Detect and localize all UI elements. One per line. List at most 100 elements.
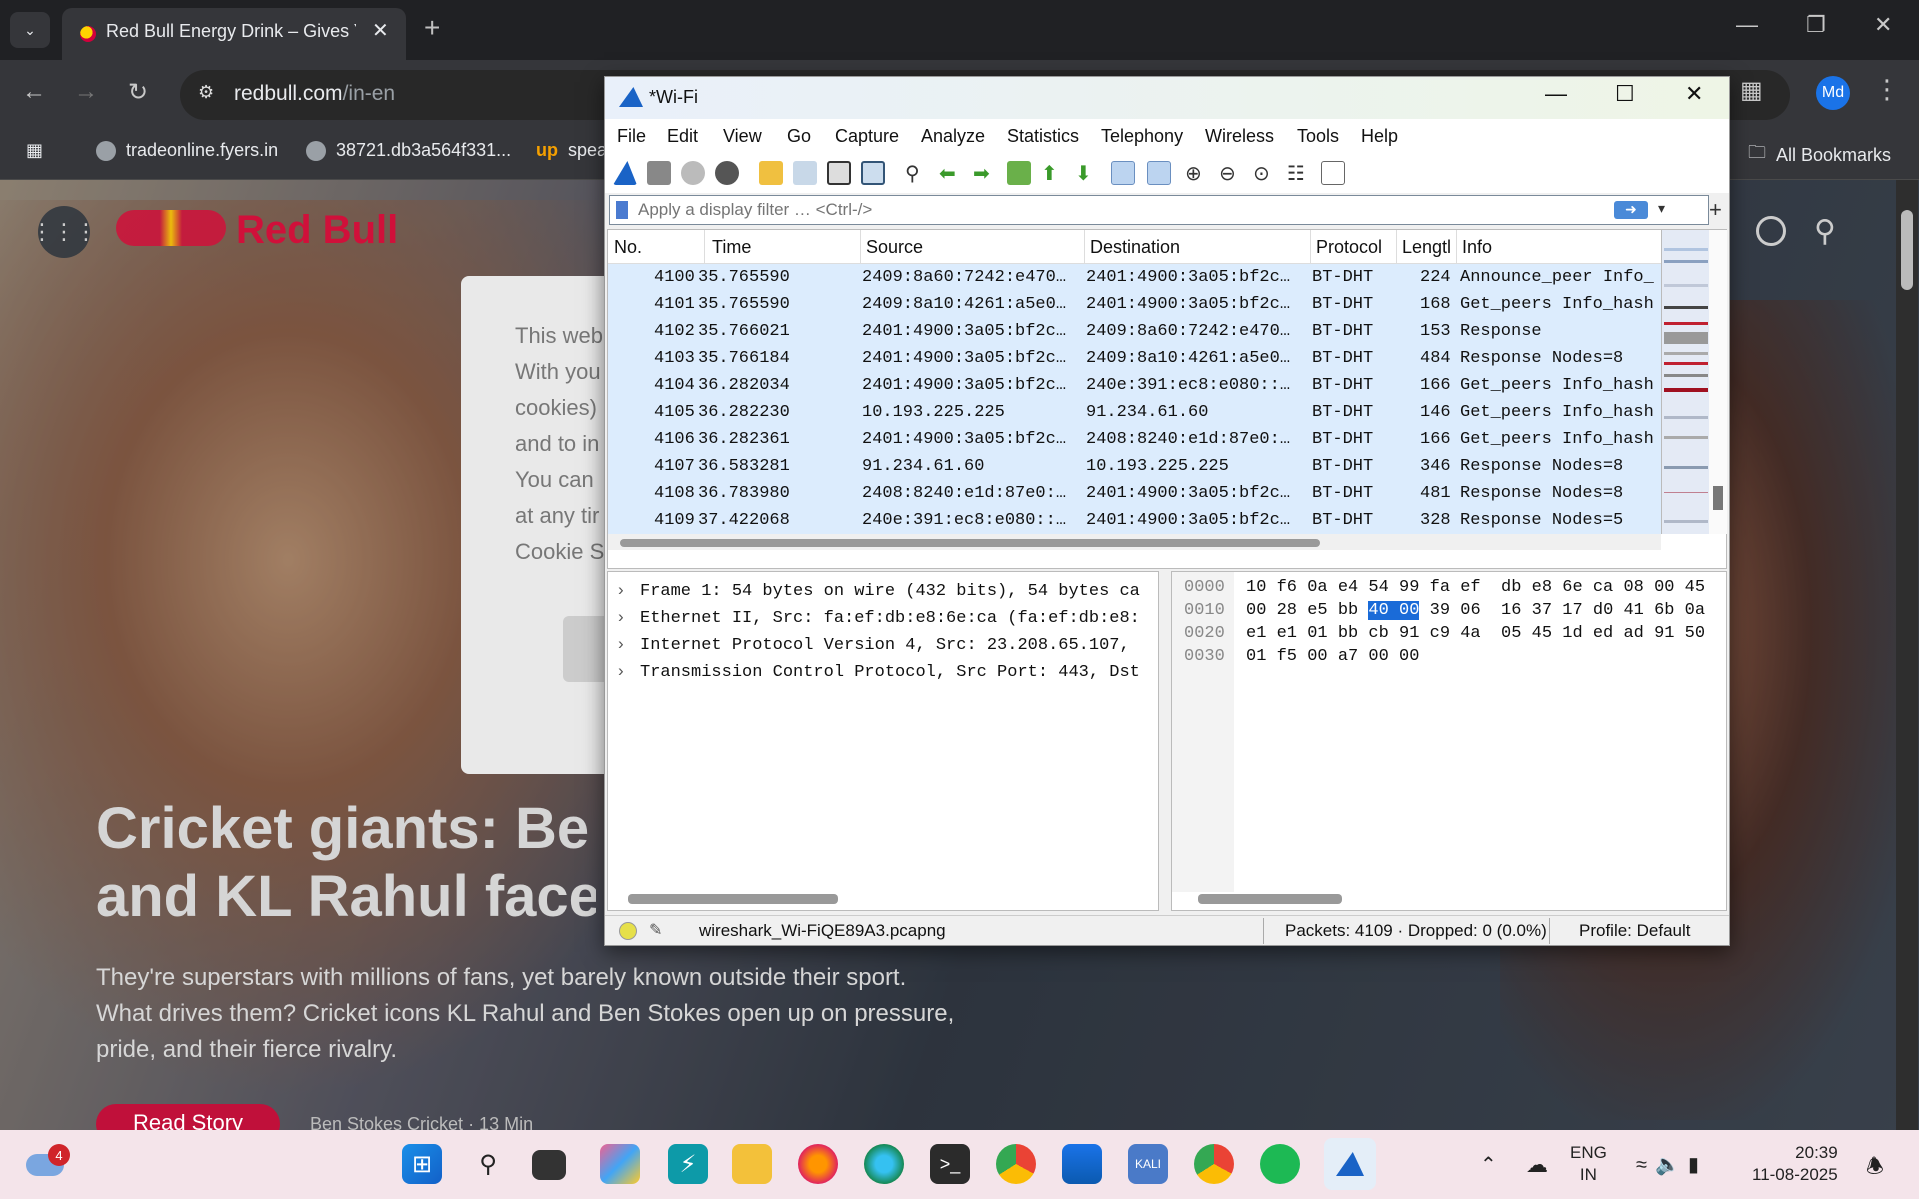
- capture-comment-icon[interactable]: ✎: [649, 920, 662, 940]
- weather-widget[interactable]: 4: [26, 1144, 70, 1182]
- detail-row-frame[interactable]: › Frame 1: 54 bytes on wire (432 bits), 5…: [608, 578, 1160, 605]
- menu-file[interactable]: File: [617, 126, 646, 147]
- colorize-icon[interactable]: [1147, 161, 1171, 185]
- browser-menu-icon[interactable]: ⋮: [1874, 74, 1900, 105]
- open-file-icon[interactable]: [759, 161, 783, 185]
- copilot-icon[interactable]: [600, 1144, 640, 1184]
- url-text[interactable]: redbull.com/in-en: [234, 82, 395, 106]
- back-icon[interactable]: ←: [22, 78, 46, 106]
- autoscroll-icon[interactable]: [1111, 161, 1135, 185]
- zoom-in-icon[interactable]: ⊕: [1185, 161, 1209, 185]
- page-scrollbar-thumb[interactable]: [1901, 210, 1913, 290]
- firefox-icon[interactable]: [798, 1144, 838, 1184]
- find-packet-icon[interactable]: ⚲: [905, 161, 929, 185]
- edge-icon[interactable]: [864, 1144, 904, 1184]
- packet-row[interactable]: 4104 36.282034 2401:4900:3a05:bf2c… 240e:39…: [608, 372, 1661, 399]
- last-packet-icon[interactable]: ⬇: [1075, 161, 1099, 185]
- menu-help[interactable]: Help: [1361, 126, 1398, 147]
- column-separator[interactable]: [860, 230, 861, 264]
- detail-row-ipv4[interactable]: › Internet Protocol Version 4, Src: 23.20…: [608, 632, 1160, 659]
- ws-close-icon[interactable]: ✕: [1685, 81, 1703, 107]
- column-separator[interactable]: [1310, 230, 1311, 264]
- col-info[interactable]: Info: [1462, 237, 1492, 258]
- site-menu-icon[interactable]: ⋮⋮⋮: [31, 206, 97, 258]
- packet-row[interactable]: 4106 36.282361 2401:4900:3a05:bf2c… 2408:82…: [608, 426, 1661, 453]
- layout-icon[interactable]: [1321, 161, 1345, 185]
- start-menu-icon[interactable]: ⊞: [402, 1144, 442, 1184]
- byte-hex-row[interactable]: 00 28 e5 bb 40 00 39 06 16 37 17 d0 41 6…: [1246, 601, 1705, 623]
- packet-row[interactable]: 4100 35.765590 2409:8a60:7242:e470… 2401:49…: [608, 264, 1661, 291]
- restore-icon[interactable]: ❐: [1806, 12, 1826, 38]
- filter-bookmark-icon[interactable]: [616, 201, 628, 219]
- notifications-icon[interactable]: 🕭: [1866, 1152, 1884, 1186]
- stop-capture-icon[interactable]: [647, 161, 671, 185]
- packet-row[interactable]: 4108 36.783980 2408:8240:e1d:87e0:… 2401:49…: [608, 480, 1661, 507]
- menu-wireless[interactable]: Wireless: [1205, 126, 1274, 147]
- apps-grid-icon[interactable]: ▦: [26, 140, 43, 161]
- terminal-icon[interactable]: >_: [930, 1144, 970, 1184]
- bookmark-item[interactable]: tradeonline.fyers.in: [96, 140, 278, 161]
- menu-telephony[interactable]: Telephony: [1101, 126, 1183, 147]
- packet-list-vscroll[interactable]: [1709, 230, 1727, 534]
- search-icon[interactable]: ⚲: [1814, 214, 1836, 249]
- close-window-icon[interactable]: ✕: [1874, 12, 1892, 38]
- go-to-packet-icon[interactable]: [1007, 161, 1031, 185]
- zoom-normal-icon[interactable]: ⊙: [1253, 161, 1277, 185]
- expert-info-led-icon[interactable]: [619, 922, 637, 940]
- resize-columns-icon[interactable]: ☷: [1287, 161, 1311, 185]
- packet-row[interactable]: 4102 35.766021 2401:4900:3a05:bf2c… 2409:8a…: [608, 318, 1661, 345]
- article-headline[interactable]: Cricket giants: Be and KL Rahul face: [96, 795, 596, 931]
- new-tab-icon[interactable]: +: [424, 12, 440, 44]
- expand-chevron-icon[interactable]: ›: [618, 634, 624, 654]
- byte-hex-row[interactable]: 01 f5 00 a7 00 00: [1246, 647, 1419, 669]
- col-length[interactable]: Lengtl: [1402, 237, 1451, 258]
- col-time[interactable]: Time: [712, 237, 751, 258]
- onedrive-icon[interactable]: ☁: [1526, 1152, 1548, 1178]
- col-destination[interactable]: Destination: [1090, 237, 1180, 258]
- redbull-wordmark[interactable]: Red Bull: [236, 208, 398, 253]
- ws-minimize-icon[interactable]: —: [1545, 81, 1567, 107]
- app-icon-bolt[interactable]: ⚡: [668, 1144, 708, 1184]
- file-explorer-icon[interactable]: [732, 1144, 772, 1184]
- go-forward-icon[interactable]: ➡: [973, 161, 997, 185]
- bookmark-item[interactable]: 38721.db3a564f331...: [306, 140, 511, 161]
- store-icon[interactable]: [1062, 1144, 1102, 1184]
- task-view-icon[interactable]: [532, 1150, 566, 1180]
- start-capture-icon[interactable]: [613, 161, 637, 185]
- expand-chevron-icon[interactable]: ›: [618, 607, 624, 627]
- minimize-icon[interactable]: —: [1736, 12, 1758, 38]
- filter-history-dropdown-icon[interactable]: ▾: [1658, 200, 1665, 217]
- packet-row[interactable]: 4101 35.765590 2409:8a10:4261:a5e0… 2401:49…: [608, 291, 1661, 318]
- zoom-out-icon[interactable]: ⊖: [1219, 161, 1243, 185]
- ws-maximize-icon[interactable]: ☐: [1615, 81, 1635, 107]
- menu-edit[interactable]: Edit: [667, 126, 698, 147]
- packet-list-vscroll-thumb[interactable]: [1713, 486, 1723, 510]
- column-separator[interactable]: [1456, 230, 1457, 264]
- byte-hex-row[interactable]: e1 e1 01 bb cb 91 c9 4a 05 45 1d ed ad 9…: [1246, 624, 1705, 646]
- packet-row[interactable]: 4105 36.282230 10.193.225.225 91.234.61.60 B…: [608, 399, 1661, 426]
- byte-hex-row[interactable]: 10 f6 0a e4 54 99 fa ef db e8 6e ca 08 0…: [1246, 578, 1705, 600]
- browser-tab[interactable]: Red Bull Energy Drink – Gives Y ✕: [62, 8, 406, 60]
- restart-capture-icon[interactable]: [681, 161, 705, 185]
- expand-chevron-icon[interactable]: ›: [618, 661, 624, 681]
- packet-row[interactable]: 4107 36.583281 91.234.61.60 10.193.225.225 B…: [608, 453, 1661, 480]
- page-scrollbar[interactable]: [1896, 180, 1918, 1130]
- menu-tools[interactable]: Tools: [1297, 126, 1339, 147]
- packet-minimap[interactable]: [1661, 230, 1709, 534]
- bookmark-item[interactable]: up spea: [536, 140, 607, 161]
- wireshark-taskbar-icon[interactable]: [1324, 1138, 1376, 1190]
- menu-go[interactable]: Go: [787, 126, 811, 147]
- packet-list-hscroll-thumb[interactable]: [620, 539, 1320, 547]
- col-no[interactable]: No.: [614, 237, 642, 258]
- reload-icon[interactable]: ↻: [128, 78, 148, 107]
- first-packet-icon[interactable]: ⬆: [1041, 161, 1065, 185]
- tab-search-button[interactable]: ⌄: [10, 12, 50, 48]
- save-file-icon[interactable]: [793, 161, 817, 185]
- language-indicator[interactable]: ENG IN: [1570, 1142, 1607, 1186]
- menu-view[interactable]: View: [723, 126, 762, 147]
- display-filter-input[interactable]: [638, 200, 1538, 220]
- column-separator[interactable]: [1084, 230, 1085, 264]
- column-separator[interactable]: [704, 230, 705, 264]
- reload-file-icon[interactable]: [861, 161, 885, 185]
- extensions-icon[interactable]: ▦: [1740, 76, 1763, 105]
